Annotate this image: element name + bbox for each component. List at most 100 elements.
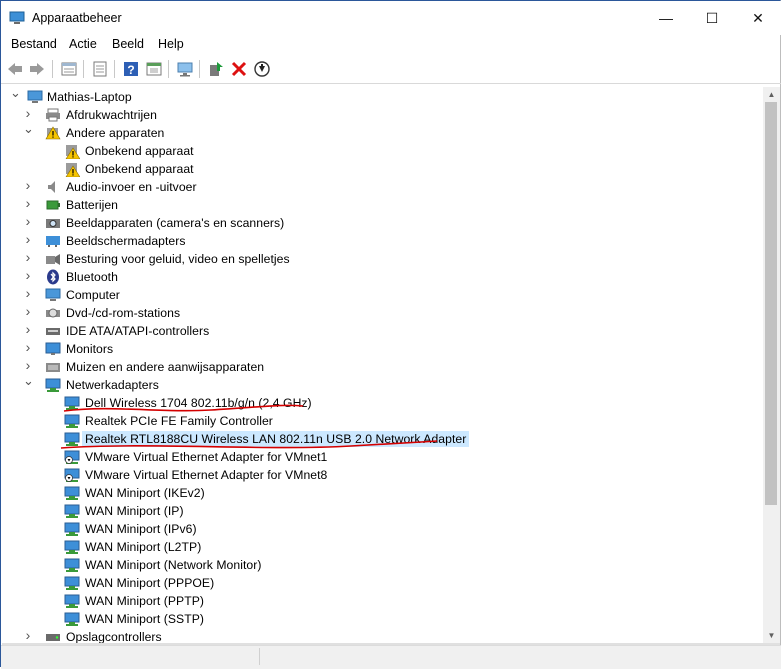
scroll-up-icon[interactable]: ▲ (763, 87, 780, 102)
tree-category-6[interactable]: › Besturing voor geluid, video en spellet… (2, 250, 762, 268)
tree-device-item[interactable]: WAN Miniport (IPv6) (2, 520, 762, 538)
tree-item-label: Dell Wireless 1704 802.11b/g/n (2,4 GHz) (85, 396, 312, 410)
tree-device-item[interactable]: WAN Miniport (L2TP) (2, 538, 762, 556)
expand-chevron-icon[interactable]: › (23, 286, 33, 300)
expand-chevron-icon[interactable]: › (23, 304, 33, 318)
back-icon[interactable] (6, 60, 24, 78)
disable-icon[interactable] (253, 60, 271, 78)
tree-device-item[interactable]: WAN Miniport (SSTP) (2, 610, 762, 628)
maximize-button[interactable]: ☐ (689, 1, 735, 35)
uninstall-icon[interactable] (230, 60, 248, 78)
tree-category-3[interactable]: › Batterijen (2, 196, 762, 214)
expand-chevron-icon[interactable]: › (23, 358, 33, 372)
tree-device-item[interactable]: WAN Miniport (Network Monitor) (2, 556, 762, 574)
forward-icon[interactable] (28, 60, 46, 78)
tree-item-label: Audio-invoer en -uitvoer (66, 180, 197, 194)
tree-category-0[interactable]: › Afdrukwachtrijen (2, 106, 762, 124)
tree-category-4[interactable]: › Beeldapparaten (camera's en scanners) (2, 214, 762, 232)
minimize-button[interactable]: — (643, 1, 689, 35)
collapse-chevron-icon[interactable]: ⌄ (23, 374, 34, 387)
help-icon[interactable]: ? (122, 60, 140, 78)
tree-item-label: WAN Miniport (IKEv2) (85, 486, 205, 500)
tree-device-item[interactable]: Realtek RTL8188CU Wireless LAN 802.11n U… (2, 430, 762, 448)
monitor-scan-icon[interactable] (176, 60, 194, 78)
expand-chevron-icon[interactable]: › (23, 214, 33, 228)
tree-category-1[interactable]: ⌄ Andere apparaten (2, 122, 762, 142)
scroll-down-icon[interactable]: ▼ (763, 628, 780, 643)
tree-device-item[interactable]: WAN Miniport (PPPOE) (2, 574, 762, 592)
show-hide-icon[interactable] (145, 60, 163, 78)
tree-device-item[interactable]: VMware Virtual Ethernet Adapter for VMne… (2, 466, 762, 484)
tree-device-item[interactable]: Onbekend apparaat (2, 142, 762, 160)
unknown-device-category-icon (45, 126, 61, 140)
tree-device-item[interactable]: WAN Miniport (IKEv2) (2, 484, 762, 502)
tree-category-10[interactable]: › IDE ATA/ATAPI-controllers (2, 322, 762, 340)
properties-window-icon[interactable] (60, 60, 78, 78)
vmnet-icon (64, 468, 80, 482)
tree-device-item[interactable]: Onbekend apparaat (2, 160, 762, 178)
tree-category-13[interactable]: ⌄ Netwerkadapters (2, 374, 762, 394)
tree-category-7[interactable]: › Bluetooth (2, 268, 762, 286)
expand-chevron-icon[interactable]: › (23, 250, 33, 264)
collapse-chevron-icon[interactable]: ⌄ (23, 122, 34, 135)
status-bar (1, 645, 781, 669)
vmnet-icon (64, 450, 80, 464)
tree-category-5[interactable]: › Beeldschermadapters (2, 232, 762, 250)
computer-icon (27, 90, 43, 103)
net-device-icon (64, 612, 80, 626)
tree-item-label: WAN Miniport (IP) (85, 504, 184, 518)
close-button[interactable]: ✕ (735, 1, 781, 35)
expand-chevron-icon[interactable]: › (23, 106, 33, 120)
expand-chevron-icon[interactable]: › (23, 178, 33, 192)
tree-category-8[interactable]: › Computer (2, 286, 762, 304)
device-manager-app-icon (9, 11, 25, 24)
menu-bestand[interactable]: Bestand (11, 37, 57, 51)
tree-device-item[interactable]: Dell Wireless 1704 802.11b/g/n (2,4 GHz) (2, 394, 762, 412)
close-icon: ✕ (752, 10, 764, 26)
status-pane (1, 648, 260, 665)
tree-category-12[interactable]: › Muizen en andere aanwijsapparaten (2, 358, 762, 376)
tree-category-11[interactable]: › Monitors (2, 340, 762, 358)
tree-device-item[interactable]: VMware Virtual Ethernet Adapter for VMne… (2, 448, 762, 466)
toolbar-separator (52, 60, 53, 78)
tree-item-label: IDE ATA/ATAPI-controllers (66, 324, 210, 338)
tree-category-9[interactable]: › Dvd-/cd-rom-stations (2, 304, 762, 322)
vertical-scrollbar[interactable]: ▲ ▼ (763, 87, 780, 643)
tree-root[interactable]: ⌄ Mathias-Laptop (2, 87, 762, 106)
speaker-icon (48, 181, 55, 193)
net-device-icon (64, 504, 80, 518)
menu-bar: Bestand Actie Beeld Help (1, 35, 781, 55)
menu-beeld[interactable]: Beeld (112, 37, 144, 51)
tree-device-item[interactable]: WAN Miniport (IP) (2, 502, 762, 520)
mouse-icon (46, 363, 60, 372)
expand-chevron-icon[interactable]: › (23, 628, 33, 642)
expand-chevron-icon[interactable]: › (23, 340, 33, 354)
camera-icon (46, 219, 60, 228)
expand-chevron-icon[interactable]: › (23, 196, 33, 210)
computer-icon (45, 288, 61, 301)
expand-chevron-icon[interactable]: › (23, 322, 33, 336)
tree-device-item[interactable]: Realtek PCIe FE Family Controller (2, 412, 762, 430)
tree-device-item[interactable]: WAN Miniport (PPTP) (2, 592, 762, 610)
title-bar[interactable]: Apparaatbeheer — ☐ ✕ (1, 1, 781, 35)
expand-chevron-icon[interactable]: › (23, 268, 33, 282)
unknown-device-icon (65, 145, 80, 159)
expand-chevron-icon[interactable]: › (23, 232, 33, 246)
menu-help[interactable]: Help (158, 37, 184, 51)
tree-item-label: VMware Virtual Ethernet Adapter for VMne… (85, 450, 328, 464)
properties-icon[interactable] (91, 60, 109, 78)
update-driver-icon[interactable] (207, 60, 225, 78)
printer-icon (46, 108, 60, 122)
menu-actie[interactable]: Actie (69, 37, 97, 51)
tree-category-2[interactable]: › Audio-invoer en -uitvoer (2, 178, 762, 196)
svg-text:?: ? (127, 63, 134, 77)
tree-item-label: WAN Miniport (Network Monitor) (85, 558, 262, 572)
collapse-chevron-icon[interactable]: ⌄ (10, 87, 21, 99)
tree-category-14[interactable]: › Opslagcontrollers (2, 628, 762, 643)
scroll-thumb[interactable] (765, 102, 777, 505)
device-tree[interactable]: ⌄ Mathias-Laptop › Afdrukwachtrijen ⌄ Andere … (2, 87, 763, 643)
tree-item-label: Realtek PCIe FE Family Controller (85, 414, 273, 428)
window-title: Apparaatbeheer (32, 11, 122, 25)
tree-item-label: WAN Miniport (IPv6) (85, 522, 197, 536)
tree-root-label: Mathias-Laptop (47, 90, 132, 104)
